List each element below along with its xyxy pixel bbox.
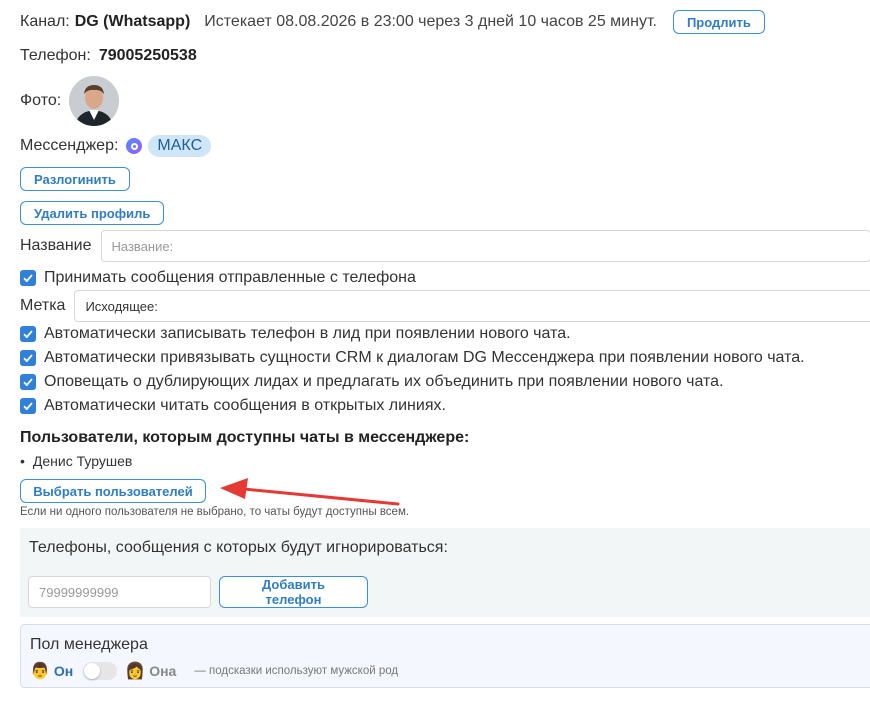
male-label[interactable]: Он	[54, 663, 73, 679]
channel-label: Канал:	[20, 13, 70, 30]
name-label: Название	[20, 237, 92, 254]
phone-row: Телефон: 79005250538	[20, 46, 197, 66]
option-duplicate-leads[interactable]: Оповещать о дублирующих лидах и предлага…	[20, 372, 724, 392]
users-list: • Денис Турушев	[20, 452, 132, 470]
delete-row: Удалить профиль	[20, 201, 165, 225]
delete-profile-button[interactable]: Удалить профиль	[20, 201, 165, 225]
gender-toggle[interactable]	[83, 662, 118, 680]
photo-label: Фото:	[20, 92, 62, 109]
option-label: Автоматически читать сообщения в открыты…	[44, 397, 446, 414]
max-messenger-icon	[126, 138, 143, 154]
photo-row: Фото:	[20, 76, 120, 126]
checkbox-checked-icon[interactable]	[20, 326, 36, 342]
option-label: Оповещать о дублирующих лидах и предлага…	[44, 373, 724, 390]
name-row: Название	[20, 230, 870, 262]
messenger-label: Мессенджер:	[20, 137, 119, 154]
name-input[interactable]	[100, 230, 870, 262]
phone-value: 79005250538	[98, 47, 197, 64]
option-auto-read[interactable]: Автоматически читать сообщения в открыты…	[20, 396, 446, 416]
channel-name: DG (Whatsapp)	[74, 13, 191, 30]
option-auto-phone[interactable]: Автоматически записывать телефон в лид п…	[20, 324, 571, 344]
manager-gender-panel: Пол менеджера 👨 Он 👩 Она — подсказки исп…	[20, 624, 870, 688]
add-phone-button[interactable]: Добавить телефон	[219, 576, 368, 608]
gender-note: — подсказки используют мужской род	[194, 665, 399, 677]
checkbox-checked-icon[interactable]	[20, 398, 36, 414]
manager-gender-title: Пол менеджера	[30, 636, 148, 653]
user-name: Денис Турушев	[32, 453, 133, 469]
logout-button[interactable]: Разлогинить	[20, 167, 130, 191]
users-heading-row: Пользователи, которым доступны чаты в ме…	[20, 428, 469, 448]
ignore-phones-title: Телефоны, сообщения с которых будут игно…	[29, 539, 448, 556]
select-users-button[interactable]: Выбрать пользователей	[20, 479, 206, 503]
tag-row: Метка	[20, 290, 870, 322]
checkbox-checked-icon[interactable]	[20, 350, 36, 366]
select-users-row: Выбрать пользователей	[20, 479, 206, 503]
option-auto-link-crm[interactable]: Автоматически привязывать сущности CRM к…	[20, 348, 805, 368]
tag-input[interactable]	[74, 290, 870, 322]
extend-button[interactable]: Продлить	[672, 10, 765, 34]
option-label: Автоматически записывать телефон в лид п…	[44, 325, 571, 342]
bullet-icon: •	[20, 453, 25, 469]
female-label[interactable]: Она	[149, 663, 176, 679]
accept-messages-option[interactable]: Принимать сообщения отправленные с телеф…	[20, 268, 416, 288]
expiry-text: Истекает 08.08.2026 в 23:00 через 3 дней…	[204, 13, 657, 30]
users-heading: Пользователи, которым доступны чаты в ме…	[20, 429, 470, 446]
accept-messages-label: Принимать сообщения отправленные с телеф…	[44, 269, 416, 286]
woman-icon: 👩	[125, 663, 146, 680]
gender-toggle-row: 👨 Он 👩 Она — подсказки используют мужско…	[30, 661, 398, 681]
man-icon: 👨	[30, 663, 50, 680]
messenger-badge: МАКС	[148, 135, 212, 157]
checkbox-checked-icon[interactable]	[20, 270, 36, 286]
checkbox-checked-icon[interactable]	[20, 374, 36, 390]
channel-row: Канал: DG (Whatsapp) Истекает 08.08.2026…	[20, 10, 765, 34]
option-label: Автоматически привязывать сущности CRM к…	[44, 349, 805, 366]
ignore-phones-panel: Телефоны, сообщения с которых будут игно…	[20, 528, 870, 617]
red-arrow-icon	[220, 478, 400, 506]
messenger-row: Мессенджер: МАКС	[20, 134, 212, 158]
ignore-phone-input[interactable]	[28, 576, 211, 608]
logout-row: Разлогинить	[20, 167, 130, 191]
avatar	[69, 76, 120, 126]
phone-label: Телефон:	[20, 47, 91, 64]
tag-label: Метка	[20, 297, 66, 314]
